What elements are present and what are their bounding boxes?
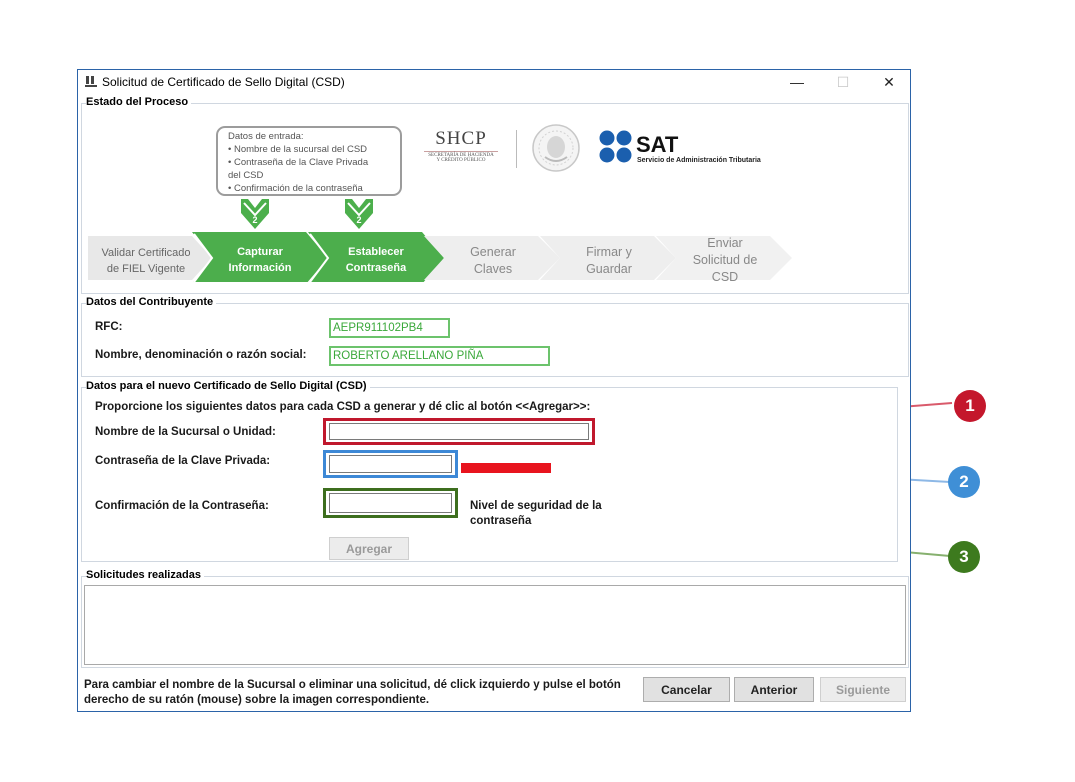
step-line: Capturar xyxy=(237,246,283,258)
info-line: • Confirmación de la contraseña xyxy=(228,183,363,194)
callout-badge-3: 3 xyxy=(948,541,980,573)
branch-name-input[interactable] xyxy=(329,423,589,440)
step-capturar: Capturar Información xyxy=(206,244,314,276)
taxpayer-name-label: Nombre, denominación o razón social: xyxy=(95,349,307,361)
title-bar: Solicitud de Certificado de Sello Digita… xyxy=(78,70,910,94)
taxpayer-name-value: ROBERTO ARELLANO PIÑA xyxy=(329,346,550,366)
solicitudes-group-label: Solicitudes realizadas xyxy=(86,569,204,581)
add-button[interactable]: Agregar xyxy=(329,537,409,560)
step-enviar: Enviar Solicitud de CSD xyxy=(668,235,782,286)
minimize-button[interactable]: — xyxy=(774,70,820,94)
step-line: Validar Certificado xyxy=(101,247,191,259)
sat-logo-icon xyxy=(599,130,632,163)
password-strength-bar xyxy=(461,463,551,473)
private-key-password-input[interactable] xyxy=(329,455,452,473)
step-line: Solicitud de xyxy=(692,253,758,267)
step-marker-label: 2 xyxy=(356,215,362,225)
process-group-label: Estado del Proceso xyxy=(86,96,192,108)
branch-name-label: Nombre de la Sucursal o Unidad: xyxy=(95,426,276,438)
security-level-label-1: Nivel de seguridad de la xyxy=(470,500,602,512)
requests-list[interactable] xyxy=(84,585,906,665)
info-line: • Contraseña de la Clave Privada xyxy=(228,157,369,168)
info-line: del CSD xyxy=(228,170,264,181)
shcp-line2: Y CRÉDITO PÚBLICO xyxy=(436,158,486,163)
callout-badge-2: 2 xyxy=(948,466,980,498)
help-text-line1: Para cambiar el nombre de la Sucursal o … xyxy=(84,679,621,691)
sat-subtitle: Servicio de Administración Tributaria xyxy=(637,157,761,164)
csd-group xyxy=(81,387,898,562)
step-line: CSD xyxy=(711,270,739,284)
step-line: Establecer xyxy=(348,246,404,258)
step-validar: Validar Certificado de FIEL Vigente xyxy=(92,245,200,277)
input-info-box: Datos de entrada: • Nombre de la sucursa… xyxy=(216,126,402,196)
national-seal-icon xyxy=(532,124,580,172)
rfc-value: AEPR911102PB4 xyxy=(329,318,450,338)
rfc-label: RFC: xyxy=(95,321,123,333)
csd-group-label: Datos para el nuevo Certificado de Sello… xyxy=(86,380,370,392)
private-key-password-label: Contraseña de la Clave Privada: xyxy=(95,455,271,467)
window-title: Solicitud de Certificado de Sello Digita… xyxy=(102,75,345,89)
step-line: Enviar xyxy=(707,236,743,250)
step-line: Información xyxy=(228,262,292,274)
app-icon xyxy=(85,76,97,87)
confirm-password-input[interactable] xyxy=(329,493,452,513)
contribuyente-group-label: Datos del Contribuyente xyxy=(86,296,217,308)
step-line: Firmar y xyxy=(586,245,632,259)
step-marker-label: 2 xyxy=(252,215,258,225)
cancel-button[interactable]: Cancelar xyxy=(643,677,730,702)
step-line: Generar xyxy=(470,245,516,259)
step-line: Guardar xyxy=(586,262,632,276)
confirm-password-label: Confirmación de la Contraseña: xyxy=(95,500,269,512)
csd-request-window: Solicitud de Certificado de Sello Digita… xyxy=(77,69,911,712)
step-line: de FIEL Vigente xyxy=(106,263,186,275)
logo-divider xyxy=(516,130,517,168)
back-button[interactable]: Anterior xyxy=(734,677,814,702)
csd-instruction: Proporcione los siguientes datos para ca… xyxy=(95,401,591,413)
sat-title: SAT xyxy=(636,132,679,157)
step-establecer: Establecer Contraseña xyxy=(322,244,430,276)
shcp-title: SHCP xyxy=(435,128,487,149)
info-line: • Nombre de la sucursal del CSD xyxy=(228,144,368,155)
step-line: Contraseña xyxy=(345,262,407,274)
maximize-button[interactable]: ☐ xyxy=(820,70,866,94)
help-text-line2: derecho de su ratón (mouse) sobre la ima… xyxy=(84,694,430,706)
shcp-logo: SHCP SECRETARÍA DE HACIENDA Y CRÉDITO PÚ… xyxy=(418,128,504,163)
security-level-label-2: contraseña xyxy=(470,515,532,527)
step-firmar: Firmar y Guardar xyxy=(552,244,666,278)
callout-badge-1: 1 xyxy=(954,390,986,422)
next-button[interactable]: Siguiente xyxy=(820,677,906,702)
close-button[interactable]: ✕ xyxy=(866,70,912,94)
info-line: Datos de entrada: xyxy=(228,131,304,142)
step-generar: Generar Claves xyxy=(436,244,550,278)
step-line: Claves xyxy=(473,262,513,276)
